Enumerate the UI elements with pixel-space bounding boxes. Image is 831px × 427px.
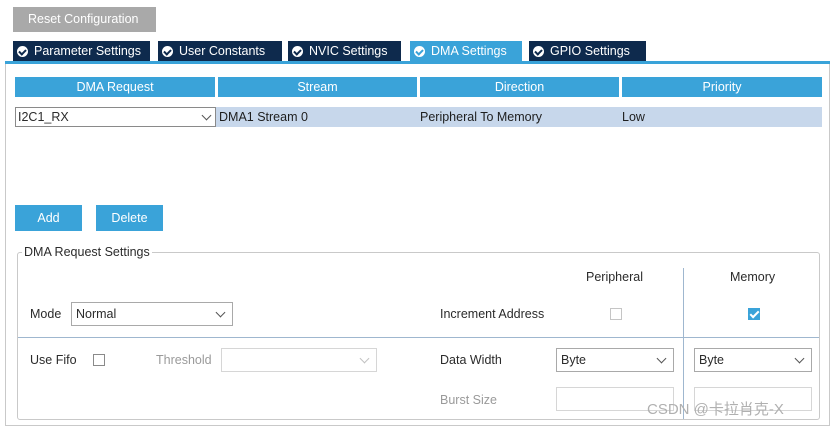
check-circle-icon [414, 45, 425, 57]
column-header-stream[interactable]: Stream [218, 77, 417, 97]
chevron-down-icon [656, 353, 667, 364]
chevron-down-icon [201, 110, 212, 121]
check-circle-icon [162, 45, 173, 57]
dma-request-select[interactable]: I2C1_RX [15, 107, 216, 127]
tab-user-constants[interactable]: User Constants [158, 41, 282, 61]
tab-label: GPIO Settings [550, 44, 630, 58]
memory-column-label: Memory [730, 270, 776, 284]
increment-address-label: Increment Address [440, 307, 545, 321]
tab-nvic-settings[interactable]: NVIC Settings [288, 41, 401, 61]
settings-divider [18, 337, 819, 338]
check-circle-icon [292, 45, 303, 57]
tab-parameter-settings[interactable]: Parameter Settings [13, 41, 150, 61]
check-circle-icon [17, 45, 28, 57]
memory-increment-checkbox[interactable] [748, 308, 760, 320]
memory-data-width-value: Byte [699, 353, 725, 367]
chevron-down-icon [215, 307, 226, 318]
chevron-down-icon [359, 353, 370, 364]
delete-button[interactable]: Delete [96, 205, 163, 231]
chevron-down-icon [794, 353, 805, 364]
column-header-priority[interactable]: Priority [622, 77, 822, 97]
group-title: DMA Request Settings [22, 245, 152, 259]
column-header-direction[interactable]: Direction [420, 77, 619, 97]
peripheral-data-width-select[interactable]: Byte [556, 348, 674, 372]
mode-select[interactable]: Normal [71, 302, 233, 326]
tab-label: NVIC Settings [309, 44, 388, 58]
peripheral-data-width-value: Byte [561, 353, 587, 367]
use-fifo-label: Use Fifo [30, 353, 77, 367]
use-fifo-checkbox[interactable] [93, 354, 105, 366]
direction-cell[interactable]: Peripheral To Memory [420, 107, 542, 127]
stream-cell: DMA1 Stream 0 [219, 110, 308, 124]
check-circle-icon [533, 45, 544, 57]
memory-data-width-select[interactable]: Byte [694, 348, 812, 372]
add-button[interactable]: Add [15, 205, 82, 231]
tab-label: Parameter Settings [34, 44, 141, 58]
reset-configuration-button[interactable]: Reset Configuration [13, 7, 156, 32]
tab-label: User Constants [179, 44, 266, 58]
mode-value: Normal [76, 307, 117, 321]
threshold-select[interactable] [221, 348, 377, 372]
tab-gpio-settings[interactable]: GPIO Settings [529, 41, 646, 61]
peripheral-column-label: Peripheral [586, 270, 643, 284]
mode-label: Mode [30, 307, 62, 321]
data-width-label: Data Width [440, 353, 502, 367]
burst-size-label: Burst Size [440, 393, 497, 407]
dma-request-value: I2C1_RX [18, 110, 69, 124]
tab-label: DMA Settings [431, 44, 507, 58]
tab-dma-settings[interactable]: DMA Settings [410, 41, 522, 61]
column-header-dma-request[interactable]: DMA Request [15, 77, 215, 97]
watermark-text: CSDN @卡拉肖克-X [647, 401, 784, 418]
priority-cell[interactable]: Low [622, 107, 645, 127]
threshold-label: Threshold [156, 353, 212, 367]
peripheral-increment-checkbox[interactable] [610, 308, 622, 320]
column-divider [683, 268, 684, 419]
